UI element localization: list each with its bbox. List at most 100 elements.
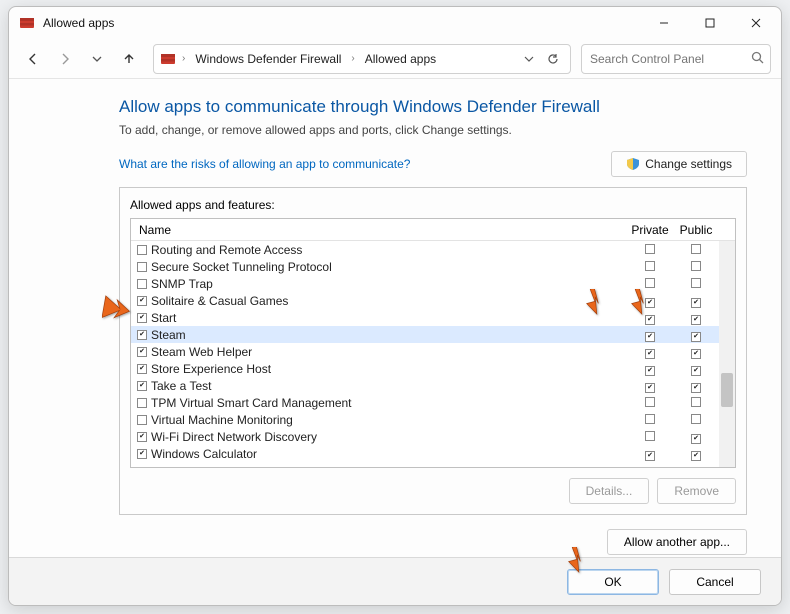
allowed-apps-label: Allowed apps and features: [130,198,736,212]
table-row[interactable]: Solitaire & Casual Games [131,292,719,309]
public-checkbox[interactable] [691,332,701,342]
enable-checkbox[interactable] [137,364,147,374]
public-checkbox[interactable] [691,414,701,424]
private-checkbox[interactable] [645,244,655,254]
table-row[interactable]: Virtual Machine Monitoring [131,411,719,428]
private-checkbox[interactable] [645,349,655,359]
app-name: Wi-Fi Direct Network Discovery [151,430,627,444]
chevron-right-icon[interactable]: › [182,53,185,64]
nav-bar: › Windows Defender Firewall › Allowed ap… [9,39,781,79]
scrollbar[interactable] [719,241,735,467]
app-name: Steam [151,328,627,342]
public-checkbox[interactable] [691,451,701,461]
private-checkbox[interactable] [645,298,655,308]
enable-checkbox[interactable] [137,398,147,408]
public-checkbox[interactable] [691,315,701,325]
firewall-icon [160,51,176,67]
table-row[interactable]: Take a Test [131,377,719,394]
change-settings-button[interactable]: Change settings [611,151,747,177]
app-name: Windows Calculator [151,447,627,461]
enable-checkbox[interactable] [137,313,147,323]
change-settings-label: Change settings [645,157,732,171]
public-checkbox[interactable] [691,397,701,407]
table-row[interactable]: Store Experience Host [131,360,719,377]
column-public[interactable]: Public [673,223,719,237]
table-row[interactable]: Steam Web Helper [131,343,719,360]
breadcrumb-segment-allowed-apps[interactable]: Allowed apps [361,48,440,70]
breadcrumb-segment-firewall[interactable]: Windows Defender Firewall [191,48,345,70]
back-button[interactable] [19,45,47,73]
public-checkbox[interactable] [691,434,701,444]
enable-checkbox[interactable] [137,449,147,459]
window-title: Allowed apps [43,16,114,30]
enable-checkbox[interactable] [137,262,147,272]
titlebar: Allowed apps [9,7,781,39]
maximize-button[interactable] [687,7,733,39]
enable-checkbox[interactable] [137,415,147,425]
cancel-button[interactable]: Cancel [669,569,761,595]
breadcrumb[interactable]: › Windows Defender Firewall › Allowed ap… [153,44,571,74]
chevron-right-icon[interactable]: › [351,53,354,64]
dialog-footer: OK Cancel [9,557,781,605]
ok-button[interactable]: OK [567,569,659,595]
table-row[interactable]: Steam [131,326,719,343]
allow-another-app-button[interactable]: Allow another app... [607,529,747,555]
table-row[interactable]: TPM Virtual Smart Card Management [131,394,719,411]
app-name: Solitaire & Casual Games [151,294,627,308]
search-input[interactable] [590,52,745,66]
allowed-apps-list[interactable]: Name Private Public Routing and Remote A… [130,218,736,468]
private-checkbox[interactable] [645,451,655,461]
private-checkbox[interactable] [645,431,655,441]
public-checkbox[interactable] [691,298,701,308]
enable-checkbox[interactable] [137,347,147,357]
app-name: Virtual Machine Monitoring [151,413,627,427]
public-checkbox[interactable] [691,244,701,254]
private-checkbox[interactable] [645,315,655,325]
scroll-thumb[interactable] [721,373,733,407]
forward-button[interactable] [51,45,79,73]
refresh-button[interactable] [542,48,564,70]
breadcrumb-dropdown-button[interactable] [518,48,540,70]
up-button[interactable] [115,45,143,73]
app-name: Routing and Remote Access [151,243,627,257]
recent-locations-button[interactable] [83,45,111,73]
allowed-apps-group: Allowed apps and features: Name Private … [119,187,747,515]
private-checkbox[interactable] [645,414,655,424]
public-checkbox[interactable] [691,383,701,393]
enable-checkbox[interactable] [137,279,147,289]
public-checkbox[interactable] [691,261,701,271]
public-checkbox[interactable] [691,278,701,288]
column-private[interactable]: Private [627,223,673,237]
table-row[interactable]: Secure Socket Tunneling Protocol [131,258,719,275]
risks-link[interactable]: What are the risks of allowing an app to… [119,157,410,171]
page-subtext: To add, change, or remove allowed apps a… [119,123,747,137]
private-checkbox[interactable] [645,278,655,288]
close-button[interactable] [733,7,779,39]
list-header: Name Private Public [131,219,735,241]
table-row[interactable]: Routing and Remote Access [131,241,719,258]
table-row[interactable]: Windows Calculator [131,445,719,462]
app-name: Steam Web Helper [151,345,627,359]
private-checkbox[interactable] [645,261,655,271]
search-box[interactable] [581,44,771,74]
app-name: SNMP Trap [151,277,627,291]
private-checkbox[interactable] [645,397,655,407]
public-checkbox[interactable] [691,349,701,359]
enable-checkbox[interactable] [137,432,147,442]
table-row[interactable]: Start [131,309,719,326]
private-checkbox[interactable] [645,332,655,342]
minimize-button[interactable] [641,7,687,39]
private-checkbox[interactable] [645,366,655,376]
table-row[interactable]: Wi-Fi Direct Network Discovery [131,428,719,445]
enable-checkbox[interactable] [137,245,147,255]
table-row[interactable]: SNMP Trap [131,275,719,292]
private-checkbox[interactable] [645,383,655,393]
details-button[interactable]: Details... [569,478,650,504]
enable-checkbox[interactable] [137,330,147,340]
remove-button[interactable]: Remove [657,478,736,504]
public-checkbox[interactable] [691,366,701,376]
search-icon[interactable] [751,51,764,67]
column-name[interactable]: Name [139,223,627,237]
enable-checkbox[interactable] [137,296,147,306]
enable-checkbox[interactable] [137,381,147,391]
